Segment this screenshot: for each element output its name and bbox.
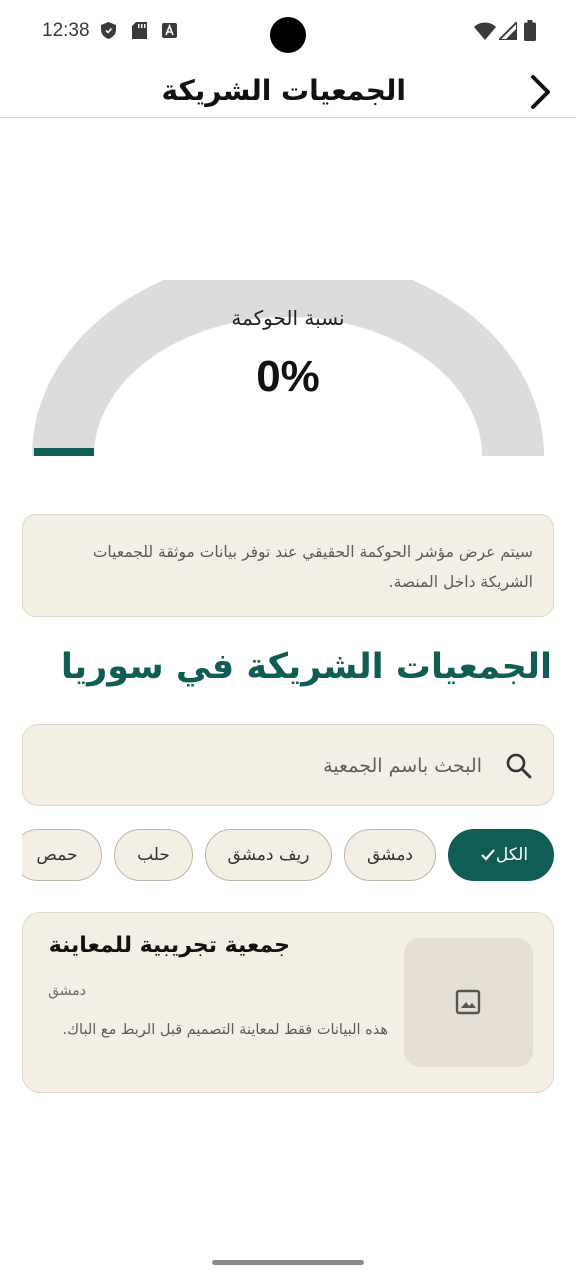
gauge-fill — [34, 448, 94, 456]
section-title: الجمعيات الشريكة في سوريا — [60, 647, 552, 687]
shield-icon — [101, 22, 116, 39]
search-icon[interactable] — [505, 752, 533, 780]
chip-label: ريف دمشق — [227, 845, 310, 865]
association-description: هذه البيانات فقط لمعاينة التصميم قبل الر… — [62, 1022, 389, 1038]
gauge-label: نسبة الحوكمة — [231, 306, 345, 330]
page-title: الجمعيات الشريكة — [161, 74, 407, 107]
keyboard-a-icon — [162, 23, 177, 38]
check-icon — [481, 849, 495, 861]
chip-label: دمشق — [366, 845, 414, 865]
gauge-value: 0% — [256, 352, 320, 401]
chip-aleppo[interactable]: حلب — [114, 829, 193, 881]
association-city: دمشق — [48, 983, 86, 999]
governance-notice: سيتم عرض مؤشر الحوكمة الحقيقي عند توفر ب… — [22, 514, 554, 617]
image-placeholder-icon — [455, 989, 481, 1015]
sd-card-icon — [132, 22, 147, 39]
chip-label: حلب — [137, 845, 170, 865]
camera-cutout — [270, 17, 306, 53]
status-time: 12:38 — [42, 20, 90, 41]
chip-all[interactable]: الكل — [448, 829, 554, 881]
chip-rif-damascus[interactable]: ريف دمشق — [205, 829, 332, 881]
city-filter-chips: الكل دمشق ريف دمشق حلب حمص — [22, 828, 554, 884]
chip-label: حمص — [36, 845, 78, 865]
app-bar-divider — [0, 117, 576, 118]
association-name: جمعية تجريبية للمعاينة — [48, 933, 290, 958]
wifi-icon — [474, 22, 496, 40]
chip-label: الكل — [495, 845, 529, 865]
battery-icon — [524, 20, 536, 41]
chip-homs[interactable]: حمص — [22, 829, 102, 881]
home-indicator[interactable] — [212, 1260, 364, 1265]
chip-damascus[interactable]: دمشق — [344, 829, 436, 881]
search-input[interactable] — [142, 750, 482, 782]
chevron-right-icon[interactable] — [522, 72, 562, 112]
signal-icon — [499, 22, 517, 40]
